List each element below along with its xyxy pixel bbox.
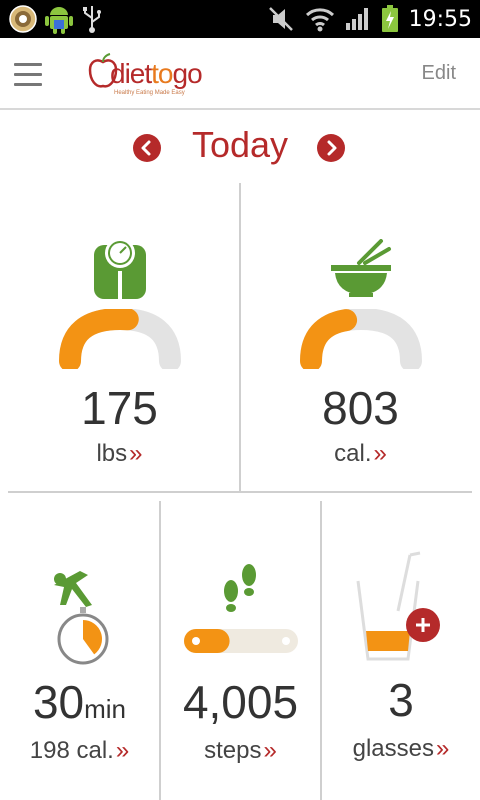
water-value: 3 [388, 674, 414, 726]
date-label: Today [191, 124, 289, 165]
steps-progress-slider [184, 629, 298, 653]
exercise-calories-label: 198 cal. [29, 737, 114, 764]
status-time: 19:55 [408, 6, 472, 32]
signal-icon [345, 8, 368, 30]
chevron-right-icon [327, 140, 337, 156]
exercise-minutes: 30 [32, 676, 85, 728]
logo-to: to [151, 58, 173, 89]
notification-app-icon [9, 5, 37, 33]
double-chevron-right-icon: » [263, 737, 277, 764]
logo-text: diettogo [110, 58, 203, 90]
weight-tile[interactable]: 175 lbs» [0, 183, 239, 491]
water-glass-icon [356, 551, 421, 661]
status-bar: 19:55 [0, 0, 480, 38]
app-bar: diettogo Healthy Eating Made Easy Edit [0, 38, 480, 110]
logo-tagline: Healthy Eating Made Easy [114, 90, 185, 96]
exercise-timer-icon [54, 571, 109, 665]
calories-gauge [300, 309, 422, 369]
menu-icon-line [14, 72, 42, 76]
steps-link[interactable]: steps» [161, 737, 320, 765]
diettogo-logo: diettogo Healthy Eating Made Easy [88, 52, 228, 100]
add-water-button[interactable] [406, 608, 440, 642]
menu-icon-line [14, 62, 42, 66]
logo-diet: diet [110, 58, 152, 89]
android-icon [45, 7, 73, 34]
footsteps-icon [224, 564, 256, 612]
weight-value: 175 [81, 382, 158, 434]
exercise-value: 30min [0, 675, 159, 729]
battery-charging-icon [381, 5, 398, 32]
previous-day-button[interactable] [133, 134, 161, 162]
calories-value: 803 [322, 382, 399, 434]
date-navigator: Today [0, 112, 480, 180]
calories-tile[interactable]: 803 cal.» [241, 183, 480, 491]
exercise-unit: min [84, 694, 127, 724]
menu-button[interactable] [14, 58, 50, 90]
weight-gauge [59, 309, 181, 369]
chevron-left-icon [141, 140, 151, 156]
water-link[interactable]: glasses» [322, 735, 480, 763]
water-tile[interactable]: 3 glasses» [322, 501, 480, 800]
edit-button[interactable]: Edit [422, 62, 456, 85]
add-icon [416, 618, 430, 632]
divider-horizontal [8, 491, 472, 493]
menu-icon-line [14, 82, 42, 86]
next-day-button[interactable] [317, 134, 345, 162]
double-chevron-right-icon: » [115, 737, 130, 764]
steps-value: 4,005 [182, 676, 299, 728]
weight-unit-label: lbs [96, 440, 128, 467]
exercise-link[interactable]: 198 cal.» [0, 737, 159, 765]
scale-icon [94, 238, 146, 299]
usb-icon [83, 6, 101, 33]
mute-icon [268, 7, 293, 31]
double-chevron-right-icon: » [436, 735, 450, 762]
calories-unit-label: cal. [334, 440, 372, 467]
double-chevron-right-icon: » [373, 440, 387, 467]
exercise-tile[interactable]: 30min 198 cal.» [0, 501, 159, 800]
steps-tile[interactable]: 4,005 steps» [161, 501, 320, 800]
water-unit-label: glasses [352, 735, 434, 762]
logo-go: go [172, 58, 203, 89]
calories-link[interactable]: cal.» [241, 440, 480, 468]
wifi-icon [305, 8, 334, 32]
steps-unit-label: steps [204, 737, 262, 764]
weight-link[interactable]: lbs» [0, 440, 239, 468]
bowl-icon [331, 239, 391, 297]
double-chevron-right-icon: » [129, 440, 143, 467]
